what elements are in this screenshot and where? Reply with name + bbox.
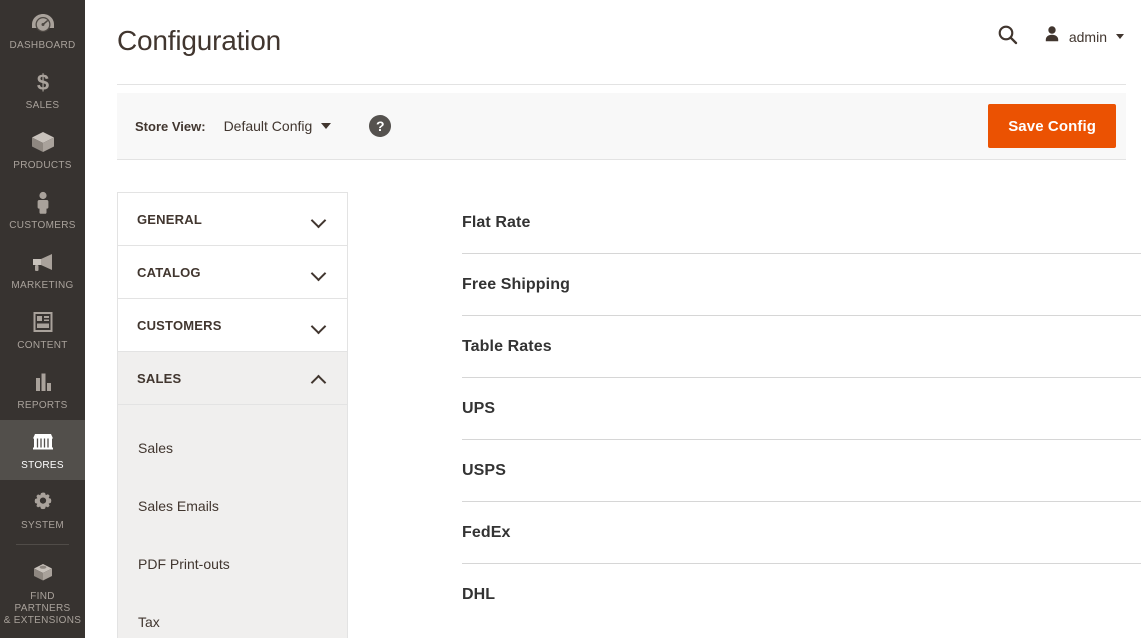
svg-text:$: $ (36, 70, 48, 94)
method-title: Free Shipping (462, 275, 570, 293)
sidebar-item-customers[interactable]: CUSTOMERS (0, 180, 85, 240)
user-menu[interactable]: admin (1040, 22, 1126, 51)
user-name-label: admin (1068, 28, 1107, 45)
user-avatar-icon (1042, 24, 1062, 49)
config-subitem-sales[interactable]: Sales (118, 419, 347, 477)
method-row-table-rates[interactable]: Table Rates (462, 316, 1141, 378)
chevron-up-icon (312, 374, 326, 383)
shipping-methods-list: Flat Rate Free Shipping Table Rates UPS … (462, 192, 1141, 626)
sidebar-item-sales[interactable]: $ SALES (0, 60, 85, 120)
bar-chart-icon (2, 369, 83, 395)
method-row-dhl[interactable]: DHL (462, 564, 1141, 626)
method-row-ups[interactable]: UPS (462, 378, 1141, 440)
config-subitem-list: Sales Sales Emails PDF Print-outs Tax (118, 405, 347, 638)
config-subitem-pdf-print-outs[interactable]: PDF Print-outs (118, 535, 347, 593)
config-section-title: SALES (137, 370, 182, 386)
help-button[interactable]: ? (369, 115, 392, 137)
admin-configuration-page: DASHBOARD $ SALES PRODUCTS CUSTOMERS MAR… (0, 0, 1141, 638)
main-content-area: Configuration admin Store View: Default … (85, 0, 1141, 638)
search-button[interactable] (994, 23, 1022, 51)
dashboard-gauge-icon (2, 9, 83, 35)
megaphone-icon (2, 249, 83, 275)
method-title: FedEx (462, 523, 511, 541)
sidebar-divider (16, 544, 69, 545)
method-row-free-shipping[interactable]: Free Shipping (462, 254, 1141, 316)
sidebar-item-label: SYSTEM (21, 520, 64, 531)
caret-down-icon (1116, 34, 1124, 39)
config-section-title: CUSTOMERS (137, 317, 222, 333)
method-title: Flat Rate (462, 213, 531, 231)
store-view-group: Store View: Default Config ? (135, 93, 392, 159)
dollar-sign-icon: $ (2, 69, 83, 95)
sidebar-item-label: DASHBOARD (9, 40, 76, 51)
store-view-select[interactable]: Default Config (224, 118, 332, 134)
method-title: DHL (462, 586, 496, 603)
sidebar-item-label: FIND PARTNERS (14, 591, 71, 614)
sidebar-item-label: PRODUCTS (13, 160, 72, 171)
header-divider (117, 84, 1126, 85)
storefront-icon (2, 429, 83, 455)
store-view-toolbar: Store View: Default Config ? Save Config (117, 93, 1126, 160)
sidebar-item-label: MARKETING (11, 280, 74, 291)
chevron-down-icon (312, 268, 326, 277)
sidebar-item-dashboard[interactable]: DASHBOARD (0, 0, 85, 60)
method-row-flat-rate[interactable]: Flat Rate (462, 192, 1141, 254)
page-title: Configuration (117, 25, 281, 56)
gear-icon (2, 489, 83, 515)
chevron-down-icon (312, 321, 326, 330)
sidebar-item-find-partners-extensions[interactable]: FIND PARTNERS & EXTENSIONS (0, 551, 85, 635)
method-row-usps[interactable]: USPS (462, 440, 1141, 502)
config-section-sales[interactable]: SALES (118, 352, 347, 405)
person-icon (2, 189, 83, 215)
sidebar-item-label: STORES (21, 460, 64, 471)
page-header: Configuration admin (85, 0, 1141, 85)
sidebar-item-content[interactable]: CONTENT (0, 300, 85, 360)
sidebar-item-label: SALES (25, 100, 60, 111)
config-section-catalog[interactable]: CATALOG (118, 246, 347, 299)
config-section-title: GENERAL (137, 211, 202, 227)
admin-sidebar: DASHBOARD $ SALES PRODUCTS CUSTOMERS MAR… (0, 0, 85, 638)
method-title: USPS (462, 461, 506, 479)
config-nav-panel: GENERAL CATALOG CUSTOMERS SALES Sales Sa… (117, 192, 348, 638)
sidebar-item-marketing[interactable]: MARKETING (0, 240, 85, 300)
box-icon (2, 129, 83, 155)
config-subitem-tax[interactable]: Tax (118, 593, 347, 638)
method-title: Table Rates (462, 337, 552, 355)
sidebar-item-label-line2: & EXTENSIONS (3, 615, 82, 626)
sidebar-item-stores[interactable]: STORES (0, 420, 85, 480)
config-section-customers[interactable]: CUSTOMERS (118, 299, 347, 352)
store-view-value: Default Config (223, 118, 313, 134)
layout-page-icon (2, 309, 83, 335)
method-title: UPS (462, 399, 496, 417)
sidebar-item-label: CONTENT (17, 340, 68, 351)
chevron-down-icon (312, 215, 326, 224)
sidebar-item-system[interactable]: SYSTEM (0, 480, 85, 540)
sidebar-item-products[interactable]: PRODUCTS (0, 120, 85, 180)
sidebar-item-reports[interactable]: REPORTS (0, 360, 85, 420)
config-subitem-sales-emails[interactable]: Sales Emails (118, 477, 347, 535)
caret-down-icon (321, 123, 332, 129)
save-config-button[interactable]: Save Config (988, 104, 1116, 148)
store-view-label: Store View: (135, 118, 206, 134)
header-tools: admin (994, 22, 1126, 51)
sidebar-item-label: CUSTOMERS (9, 220, 76, 231)
method-row-fedex[interactable]: FedEx (462, 502, 1141, 564)
config-section-title: CATALOG (137, 264, 201, 280)
config-section-general[interactable]: GENERAL (118, 193, 347, 246)
search-icon (997, 24, 1019, 49)
extension-block-icon (2, 560, 83, 586)
sidebar-item-label: REPORTS (17, 400, 68, 411)
